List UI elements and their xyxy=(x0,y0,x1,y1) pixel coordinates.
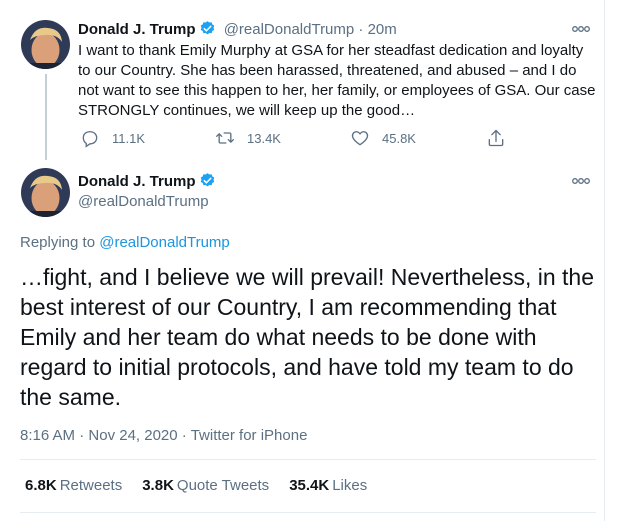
retweet-count: 13.4K xyxy=(247,130,281,146)
replying-to: Replying to @realDonaldTrump xyxy=(20,234,230,251)
verified-badge-icon xyxy=(200,21,214,35)
engagement-stats: 6.8K Retweets 3.8K Quote Tweets 35.4K Likes xyxy=(25,477,367,494)
avatar[interactable] xyxy=(21,20,70,69)
first-tweet-text: I want to thank Emily Murphy at GSA for … xyxy=(78,42,596,119)
tweet-source-link[interactable]: Twitter for iPhone xyxy=(191,427,308,444)
main-tweet-author: Donald J. Trump xyxy=(78,172,216,190)
reply-count: 11.1K xyxy=(112,130,146,146)
thread-connector-line xyxy=(45,74,47,160)
separator-dot: · xyxy=(79,427,85,444)
tweet-time-link[interactable]: 8:16 AM xyxy=(20,427,75,444)
first-tweet-header: Donald J. Trump @realDonaldTrump · 20m xyxy=(78,20,397,38)
reply-action[interactable]: 11.1K xyxy=(80,128,145,148)
separator-dot: · xyxy=(358,21,364,38)
tweet-thread: Donald J. Trump @realDonaldTrump · 20m I… xyxy=(0,0,605,521)
retweet-action[interactable]: 13.4K xyxy=(215,128,281,148)
tweet-metadata: 8:16 AM · Nov 24, 2020 · Twitter for iPh… xyxy=(20,427,307,444)
divider xyxy=(20,512,596,513)
like-count: 45.8K xyxy=(382,130,416,146)
replying-to-label: Replying to xyxy=(20,234,96,251)
author-handle[interactable]: @realDonaldTrump xyxy=(224,21,355,38)
avatar-image xyxy=(21,168,70,217)
verified-badge-icon xyxy=(200,173,214,187)
likes-stat[interactable]: 35.4K Likes xyxy=(289,477,367,494)
quote-tweets-count: 3.8K xyxy=(142,477,174,494)
reply-icon xyxy=(82,131,98,148)
quote-tweets-label: Quote Tweets xyxy=(176,477,270,494)
tweet-date-link[interactable]: Nov 24, 2020 xyxy=(88,427,177,444)
timestamp[interactable]: 20m xyxy=(368,21,397,38)
retweet-icon xyxy=(216,132,234,144)
main-tweet-text: …fight, and I believe we will prevail! N… xyxy=(20,264,595,410)
retweets-stat[interactable]: 6.8K Retweets xyxy=(25,477,122,494)
replying-to-handle-link[interactable]: @realDonaldTrump xyxy=(99,234,230,251)
more-options-icon[interactable] xyxy=(571,176,591,186)
divider xyxy=(20,459,596,460)
likes-label: Likes xyxy=(332,477,368,494)
retweets-label: Retweets xyxy=(59,477,123,494)
like-action[interactable]: 45.8K xyxy=(350,128,416,148)
author-handle[interactable]: @realDonaldTrump xyxy=(78,193,209,210)
share-action[interactable] xyxy=(486,128,506,148)
more-options-icon[interactable] xyxy=(571,24,591,34)
avatar[interactable] xyxy=(21,168,70,217)
quote-tweets-stat[interactable]: 3.8K Quote Tweets xyxy=(142,477,269,494)
author-name[interactable]: Donald J. Trump xyxy=(78,173,196,190)
separator-dot: · xyxy=(181,427,187,444)
author-name[interactable]: Donald J. Trump xyxy=(78,21,196,38)
likes-count: 35.4K xyxy=(289,477,330,494)
retweets-count: 6.8K xyxy=(25,477,57,494)
avatar-image xyxy=(21,20,70,69)
heart-icon xyxy=(351,131,369,146)
share-icon xyxy=(488,129,504,147)
